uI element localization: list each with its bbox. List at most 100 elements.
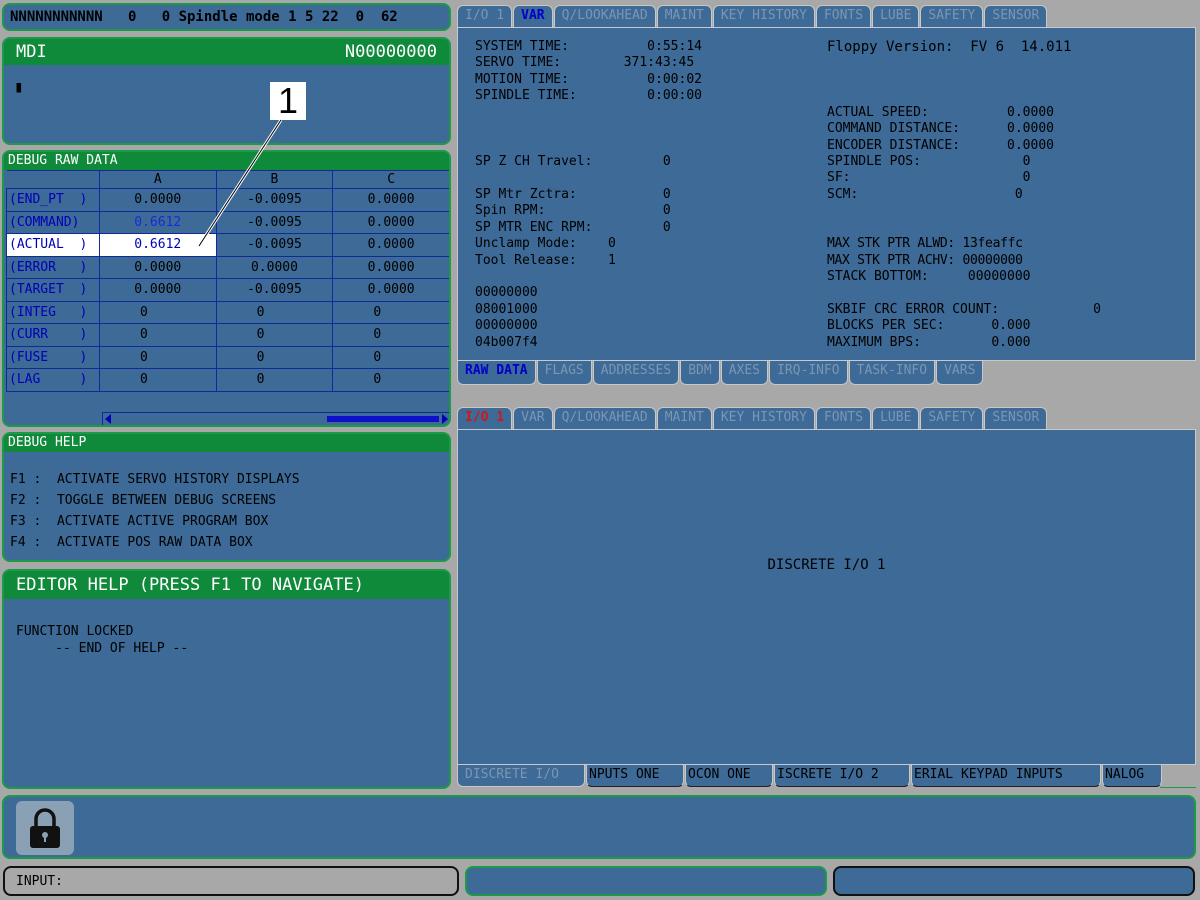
- cell-b: -0.0095: [215, 278, 334, 302]
- subtab-bdm[interactable]: BDM: [680, 361, 720, 385]
- row-label: (TARGET ): [6, 278, 100, 302]
- header-status-bar: NNNNNNNNNNN 0 0 Spindle mode 1 5 22 0 62: [2, 3, 451, 31]
- max-stk-ptr-achv: MAX STK PTR ACHV: 00000000: [827, 253, 1023, 268]
- tab-sensor[interactable]: SENSOR: [984, 5, 1048, 27]
- cell-c: 0.0000: [332, 233, 449, 257]
- subtab-task-info[interactable]: TASK-INFO: [848, 361, 936, 385]
- blocks-per-sec: BLOCKS PER SEC: 0.000: [827, 318, 1031, 333]
- debug-help-line-3: F3 : ACTIVATE ACTIVE PROGRAM BOX: [10, 514, 269, 529]
- cell-a: 0.6612: [98, 210, 217, 234]
- mdi-cursor[interactable]: ▮: [14, 78, 24, 96]
- status-box-middle: [465, 866, 827, 896]
- subtab-serial-keypad-inputs[interactable]: ERIAL KEYPAD INPUTS: [911, 765, 1101, 787]
- raw-row-integ[interactable]: (INTEG ) 0 0 0: [6, 300, 449, 324]
- tab-var[interactable]: VAR: [513, 5, 553, 27]
- tab-q-lookahead[interactable]: Q/LOOKAHEAD: [553, 407, 656, 429]
- tab-lube[interactable]: LUBE: [872, 5, 920, 27]
- tab-sensor[interactable]: SENSOR: [984, 407, 1048, 429]
- raw-row-command[interactable]: (COMMAND) 0.6612 -0.0095 0.0000: [6, 210, 449, 234]
- cell-b: -0.0095: [215, 210, 334, 234]
- subtab-discrete-io[interactable]: DISCRETE I/O: [457, 765, 585, 787]
- subtab-addresses[interactable]: ADDRESSES: [592, 361, 680, 385]
- tab-io1[interactable]: I/O 1: [457, 5, 513, 27]
- row-label: (ERROR ): [6, 255, 100, 279]
- subtab-analog[interactable]: NALOG: [1102, 765, 1162, 787]
- tab-safety[interactable]: SAFETY: [920, 407, 984, 429]
- servo-time: SERVO TIME: 371:43:45: [475, 55, 695, 70]
- scroll-left-arrow-icon[interactable]: [105, 414, 111, 424]
- input-field[interactable]: INPUT:: [3, 866, 459, 896]
- mdi-title-bar: MDI N00000000: [4, 39, 449, 65]
- lock-button[interactable]: [16, 801, 74, 855]
- tab-maint[interactable]: MAINT: [656, 5, 712, 27]
- cell-c: 0: [332, 300, 449, 324]
- scroll-thumb[interactable]: [327, 416, 439, 422]
- cell-c: 0: [332, 368, 449, 392]
- horizontal-scrollbar[interactable]: [102, 412, 449, 425]
- subtab-inputs-one[interactable]: NPUTS ONE: [586, 765, 684, 787]
- raw-data-header-row: A B C: [6, 170, 449, 189]
- io-center-text: DISCRETE I/O 1: [767, 557, 886, 573]
- raw-row-actual[interactable]: (ACTUAL ) 0.6612 -0.0095 0.0000: [6, 233, 449, 257]
- subtab-ocon-one[interactable]: OCON ONE: [685, 765, 773, 787]
- cell-b: -0.0095: [215, 188, 334, 212]
- raw-row-target[interactable]: (TARGET ) 0.0000 -0.0095 0.0000: [6, 278, 449, 302]
- tab-key-history[interactable]: KEY HISTORY: [712, 5, 815, 27]
- tab-lube[interactable]: LUBE: [872, 407, 920, 429]
- cell-a: 0.0000: [98, 255, 217, 279]
- debug-help-line-2: F2 : TOGGLE BETWEEN DEBUG SCREENS: [10, 493, 277, 508]
- subtab-raw-data[interactable]: RAW DATA: [457, 361, 536, 385]
- actual-speed: ACTUAL SPEED: 0.0000: [827, 105, 1054, 120]
- tool-release: Tool Release: 1: [475, 253, 616, 268]
- subtab-flags[interactable]: FLAGS: [536, 361, 592, 385]
- cell-c: 0: [332, 323, 449, 347]
- tab-fonts[interactable]: FONTS: [815, 407, 872, 429]
- cell-b: -0.0095: [215, 233, 334, 257]
- subtab-discrete-io-2[interactable]: ISCRETE I/O 2: [774, 765, 910, 787]
- raw-data-header-empty: [6, 170, 100, 189]
- tab-safety[interactable]: SAFETY: [920, 5, 984, 27]
- sf-value: SF: 0: [827, 170, 1031, 185]
- editor-help-title-bar: EDITOR HELP (PRESS F1 TO NAVIGATE): [4, 571, 449, 599]
- debug-help-panel: DEBUG HELP F1 : ACTIVATE SERVO HISTORY D…: [2, 432, 451, 562]
- debug-help-line-1: F1 : ACTIVATE SERVO HISTORY DISPLAYS: [10, 472, 300, 487]
- tab-fonts[interactable]: FONTS: [815, 5, 872, 27]
- debug-raw-data-title-bar: DEBUG RAW DATA: [4, 152, 449, 170]
- debug-help-line-4: F4 : ACTIVATE POS RAW DATA BOX: [10, 535, 253, 550]
- tab-q-lookahead[interactable]: Q/LOOKAHEAD: [553, 5, 656, 27]
- subtab-irq-info[interactable]: IRQ-INFO: [769, 361, 848, 385]
- cell-b: 0: [215, 323, 334, 347]
- hex-value-1: 00000000: [475, 285, 538, 300]
- scroll-right-arrow-icon[interactable]: [442, 414, 448, 424]
- cell-a: 0.6612: [98, 233, 217, 257]
- cell-a: 0: [98, 368, 217, 392]
- raw-row-error[interactable]: (ERROR ) 0.0000 0.0000 0.0000: [6, 255, 449, 279]
- debug-raw-data-panel[interactable]: DEBUG RAW DATA A B C (END_PT ) 0.0000 -0…: [2, 150, 451, 427]
- tab-key-history[interactable]: KEY HISTORY: [712, 407, 815, 429]
- cell-b: 0: [215, 300, 334, 324]
- var-panel: SYSTEM TIME: 0:55:14 SERVO TIME: 371:43:…: [457, 27, 1196, 361]
- raw-row-lag[interactable]: (LAG ) 0 0 0: [6, 368, 449, 392]
- lock-icon: [30, 808, 60, 848]
- input-label: INPUT:: [16, 874, 63, 889]
- cell-b: 0: [215, 345, 334, 369]
- io-panel: DISCRETE I/O 1: [457, 429, 1196, 765]
- hex-value-3: 00000000: [475, 318, 538, 333]
- raw-row-fuse[interactable]: (FUSE ) 0 0 0: [6, 345, 449, 369]
- debug-help-title: DEBUG HELP: [8, 435, 87, 450]
- raw-row-curr[interactable]: (CURR ) 0 0 0: [6, 323, 449, 347]
- tab-var[interactable]: VAR: [513, 407, 553, 429]
- raw-row-end-pt[interactable]: (END_PT ) 0.0000 -0.0095 0.0000: [6, 188, 449, 212]
- cell-c: 0.0000: [332, 255, 449, 279]
- tab-io1[interactable]: I/O 1: [457, 407, 513, 429]
- subtab-vars[interactable]: VARS: [936, 361, 984, 385]
- status-line: NNNNNNNNNNN 0 0 Spindle mode 1 5 22 0 62: [10, 9, 398, 25]
- editor-help-title: EDITOR HELP (PRESS F1 TO NAVIGATE): [16, 575, 364, 595]
- mdi-panel[interactable]: MDI N00000000 ▮: [2, 37, 451, 145]
- hex-value-4: 04b007f4: [475, 335, 538, 350]
- subtab-axes[interactable]: AXES: [720, 361, 769, 385]
- cell-c: 0.0000: [332, 188, 449, 212]
- tab-maint[interactable]: MAINT: [656, 407, 712, 429]
- debug-help-title-bar: DEBUG HELP: [4, 434, 449, 452]
- maximum-bps: MAXIMUM BPS: 0.000: [827, 335, 1031, 350]
